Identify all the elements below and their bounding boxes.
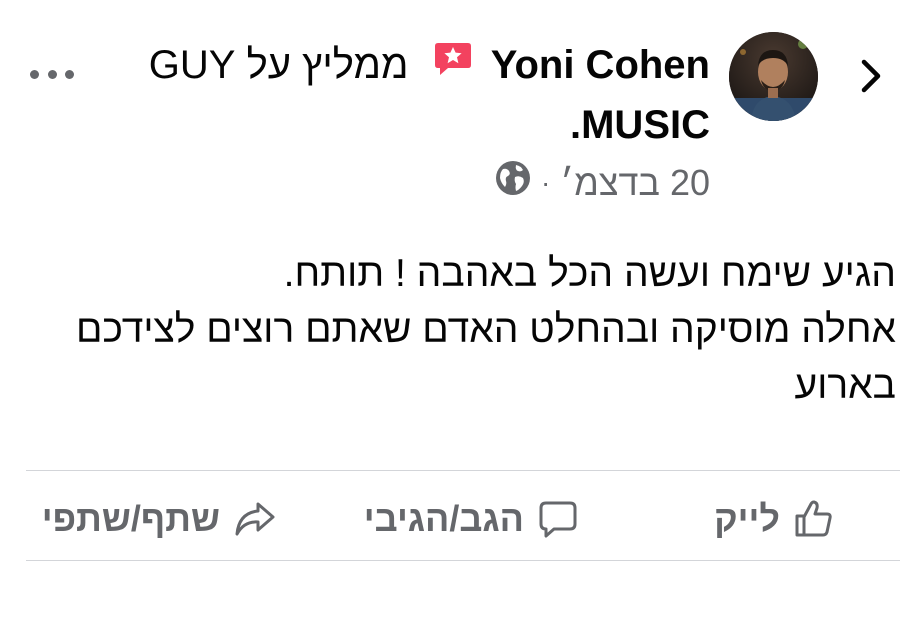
comment-label: הגב/הגיבי bbox=[363, 498, 524, 539]
post-header-text: Yoni Cohen ממליץ על GUY MUSIC. bbox=[110, 36, 710, 154]
like-label: לייק bbox=[714, 498, 780, 539]
meta-separator: · bbox=[540, 166, 551, 198]
recommend-star-icon bbox=[434, 35, 472, 93]
author-name[interactable]: Yoni Cohen bbox=[491, 43, 710, 87]
more-dots-icon bbox=[65, 69, 74, 79]
avatar-photo bbox=[729, 32, 818, 121]
chevron-right-icon bbox=[861, 59, 881, 93]
thumbs-up-icon bbox=[795, 500, 832, 537]
post-meta: 20 בדצמ׳ · bbox=[495, 160, 710, 205]
post-date[interactable]: 20 בדצמ׳ bbox=[560, 162, 710, 204]
header-line: Yoni Cohen ממליץ על GUY bbox=[110, 36, 710, 96]
divider bbox=[26, 470, 900, 471]
recommends-text[interactable]: ממליץ על GUY bbox=[149, 43, 409, 87]
divider bbox=[26, 560, 900, 561]
share-label: שתף/שתפי bbox=[41, 498, 220, 539]
post-body: הגיע שימח ועשה הכל באהבה ! תותח. אחלה מו… bbox=[16, 246, 896, 414]
post-body-line: אחלה מוסיקה ובהחלט האדם שאתם רוצים לצידכ… bbox=[76, 308, 896, 351]
post-body-line: הגיע שימח ועשה הכל באהבה ! תותח. bbox=[283, 252, 896, 295]
comment-button[interactable]: הגב/הגיבי bbox=[364, 488, 578, 550]
post-header: Yoni Cohen ממליץ על GUY MUSIC. 20 בדצמ׳ … bbox=[0, 0, 900, 220]
more-options-button[interactable] bbox=[30, 62, 74, 86]
globe-icon bbox=[495, 160, 531, 205]
back-button[interactable] bbox=[856, 56, 886, 96]
post-body-line: בארוע bbox=[794, 364, 896, 407]
more-dots-icon bbox=[30, 69, 39, 79]
page-name-tail[interactable]: MUSIC. bbox=[110, 96, 710, 154]
avatar[interactable] bbox=[729, 32, 818, 121]
share-arrow-icon bbox=[235, 502, 275, 536]
like-button[interactable]: לייק bbox=[714, 488, 834, 550]
share-button[interactable]: שתף/שתפי bbox=[42, 488, 276, 550]
more-dots-icon bbox=[47, 69, 57, 79]
comment-bubble-icon bbox=[539, 501, 577, 538]
post-actions-bar: לייק הגב/הגיבי שתף/שתפי bbox=[0, 488, 900, 550]
